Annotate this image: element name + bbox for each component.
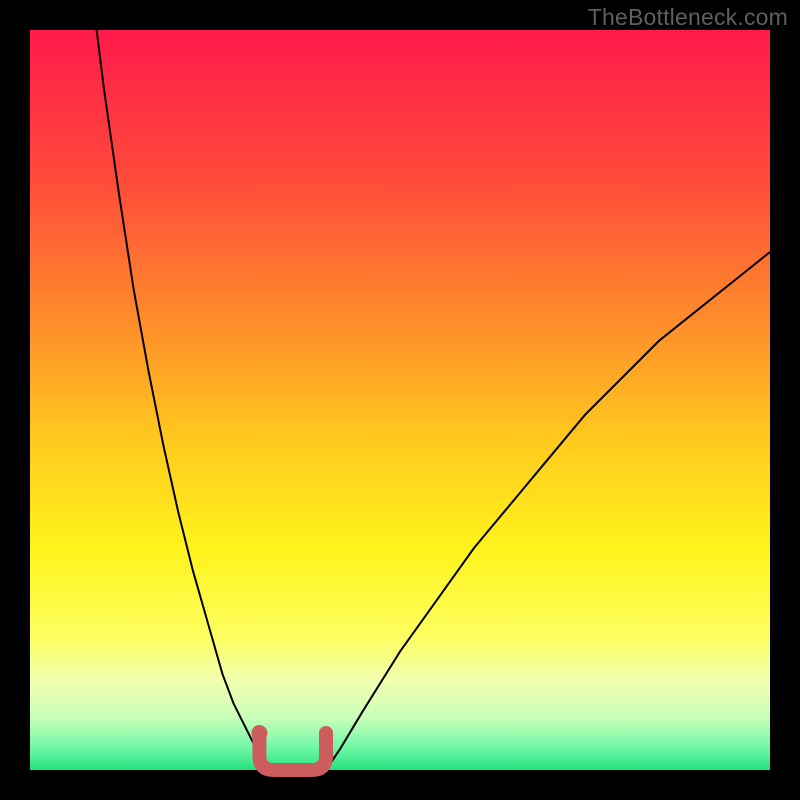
valley-dot: [251, 725, 267, 741]
watermark-text: TheBottleneck.com: [588, 4, 788, 31]
bottleneck-chart: [0, 0, 800, 800]
plot-background: [30, 30, 770, 770]
chart-frame: TheBottleneck.com: [0, 0, 800, 800]
